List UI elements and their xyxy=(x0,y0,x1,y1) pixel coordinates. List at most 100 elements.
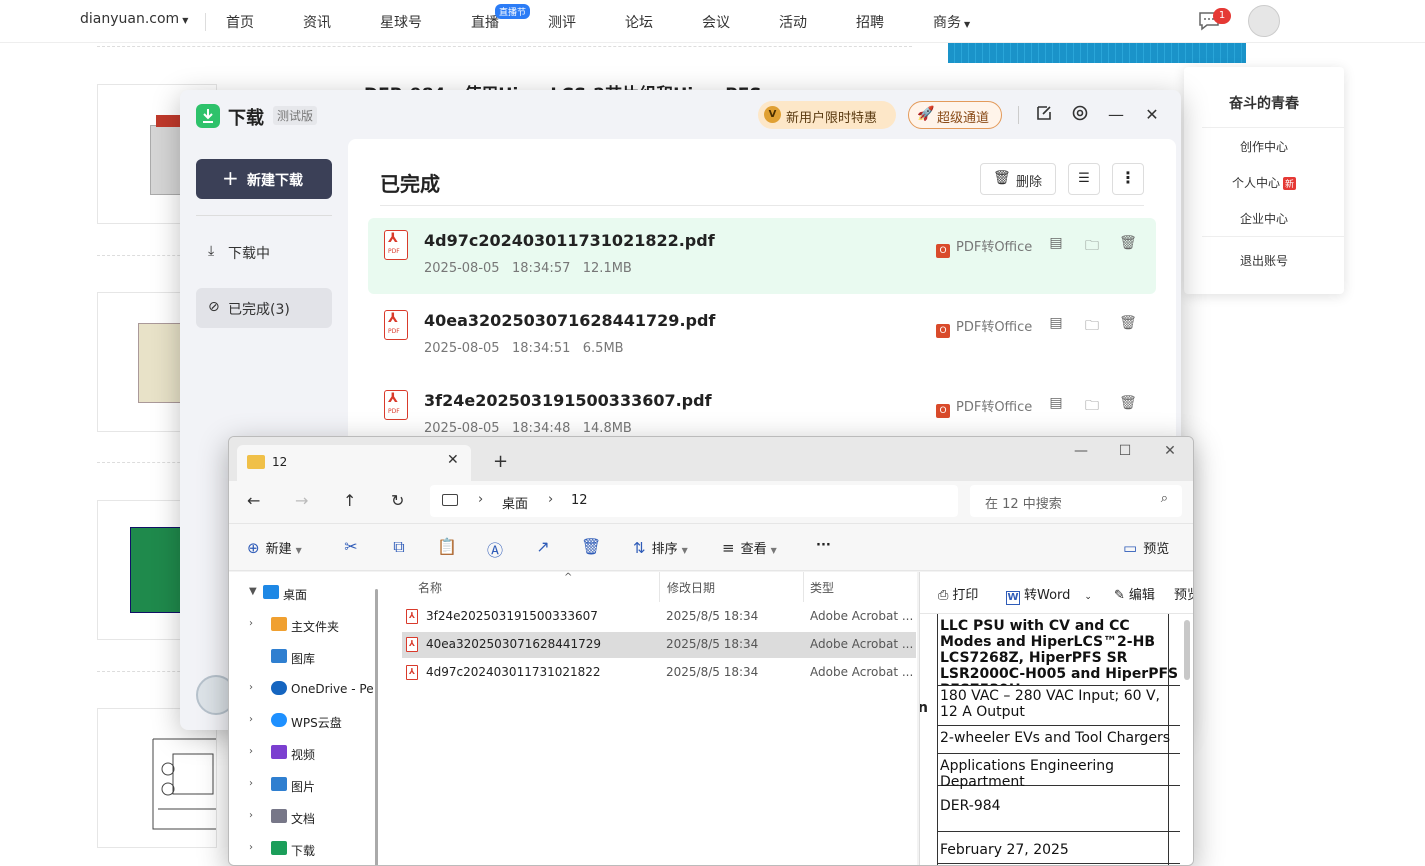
settings-icon[interactable] xyxy=(1069,104,1091,126)
chevron-right-icon: › xyxy=(249,618,253,629)
trash-icon[interactable]: 🗑 xyxy=(1118,315,1138,335)
close-icon[interactable]: ✕ xyxy=(1141,104,1163,126)
share-icon[interactable]: ↗ xyxy=(533,537,553,557)
menu-enterprise-center[interactable]: 企业中心 xyxy=(1184,210,1344,227)
close-tab-icon[interactable]: ✕ xyxy=(447,452,459,468)
cut-icon[interactable]: ✂ xyxy=(341,537,361,557)
nav-jobs[interactable]: 招聘 xyxy=(856,12,884,32)
nav-planet[interactable]: 星球号 xyxy=(380,12,422,32)
edit-icon: ✎ xyxy=(1114,588,1125,603)
doc-cell-author: Applications Engineering Department xyxy=(938,758,1180,790)
tree-item-videos[interactable]: › 视频 xyxy=(229,737,369,769)
open-file-icon[interactable]: ▤ xyxy=(1046,235,1066,255)
nav-activity[interactable]: 活动 xyxy=(779,12,807,32)
refresh-icon[interactable]: ↻ xyxy=(391,491,404,510)
nav-meeting[interactable]: 会议 xyxy=(702,12,730,32)
new-user-promo-button[interactable]: V 新用户限时特惠 xyxy=(758,101,896,129)
table-fragment: n xyxy=(920,700,928,716)
file-row[interactable]: ⅄ 4d97c202403011731021822 2025/8/5 18:34… xyxy=(402,660,916,686)
folder-icon[interactable]: 🗀 xyxy=(1082,235,1102,255)
tree-item-downloads[interactable]: › 下载 xyxy=(229,833,369,865)
maximize-icon[interactable]: ☐ xyxy=(1115,443,1135,463)
pdf-to-office-button[interactable]: O PDF转Office xyxy=(936,316,1032,338)
open-file-icon[interactable]: ▤ xyxy=(1046,395,1066,415)
rename-icon[interactable]: Ⓐ xyxy=(485,537,505,560)
delete-button[interactable]: 🗑 删除 xyxy=(980,163,1056,195)
close-icon[interactable]: ✕ xyxy=(1160,443,1180,463)
file-row[interactable]: ⅄ 3f24e202503191500333607 2025/8/5 18:34… xyxy=(402,604,916,630)
file-row[interactable]: ⅄ 40ea3202503071628441729 2025/8/5 18:34… xyxy=(402,632,916,658)
new-download-button[interactable]: + 新建下载 xyxy=(196,159,332,199)
nav-news[interactable]: 资讯 xyxy=(303,12,331,32)
pdf-to-office-button[interactable]: O PDF转Office xyxy=(936,396,1032,418)
nav-home[interactable]: 首页 xyxy=(226,12,254,32)
column-header-name[interactable]: 名称 ^ xyxy=(418,572,572,596)
super-channel-button[interactable]: 🚀 超级通道 xyxy=(908,101,1002,129)
nav-business[interactable]: 商务 ▼ xyxy=(933,12,970,32)
address-bar[interactable]: › 桌面 › 12 xyxy=(430,485,958,517)
sidebar-item-downloading[interactable]: ⤓ 下载中 xyxy=(196,232,332,272)
new-tab-icon[interactable]: + xyxy=(493,451,508,472)
edit-button[interactable]: ✎ 编辑 xyxy=(1114,584,1155,603)
trash-icon[interactable]: 🗑 xyxy=(1118,395,1138,415)
search-input[interactable]: 在 12 中搜索 ⌕ xyxy=(970,485,1182,517)
folder-icon[interactable]: 🗀 xyxy=(1082,395,1102,415)
column-header-type[interactable]: 类型 xyxy=(810,579,834,596)
file-name: 3f24e202503191500333607.pdf xyxy=(424,391,712,410)
scrollbar[interactable] xyxy=(1184,620,1190,680)
tree-item-gallery[interactable]: 图库 xyxy=(229,641,369,673)
paste-icon[interactable]: 📋 xyxy=(437,537,457,557)
site-logo[interactable]: dianyuan.com ▼ xyxy=(80,11,188,27)
to-word-button[interactable]: W 转Word ⌄ xyxy=(1006,584,1092,605)
new-button[interactable]: ⊕ 新建 ▼ xyxy=(247,538,302,557)
forward-icon[interactable]: → xyxy=(295,491,308,510)
download-item[interactable]: ⅄ PDF 40ea3202503071628441729.pdf 2025-08… xyxy=(368,298,1156,374)
minimize-icon[interactable]: — xyxy=(1071,443,1091,463)
office-icon: O xyxy=(936,324,950,338)
download-item[interactable]: ⅄ PDF 4d97c202403011731021822.pdf 2025-08… xyxy=(368,218,1156,294)
tree-item-home[interactable]: › 主文件夹 xyxy=(229,609,369,641)
trash-icon[interactable]: 🗑 xyxy=(1118,235,1138,255)
folder-icon[interactable]: 🗀 xyxy=(1082,315,1102,335)
breadcrumb-12[interactable]: 12 xyxy=(571,493,588,508)
copy-icon[interactable]: ⧉ xyxy=(389,537,409,557)
pdf-file-icon: ⅄ PDF xyxy=(384,310,408,340)
nav-review[interactable]: 测评 xyxy=(548,12,576,32)
chevron-right-icon: › xyxy=(249,778,253,789)
up-icon[interactable]: ↑ xyxy=(343,491,356,510)
back-icon[interactable]: ← xyxy=(247,491,260,510)
pdf-file-icon: ⅄ xyxy=(406,637,418,652)
column-divider[interactable] xyxy=(803,572,804,602)
sort-icon[interactable]: ☰ xyxy=(1068,163,1100,195)
divider xyxy=(1202,127,1344,128)
menu-creator-center[interactable]: 创作中心 xyxy=(1184,138,1344,155)
scrollbar[interactable] xyxy=(375,589,378,865)
preview-button[interactable]: 预览 xyxy=(1174,584,1193,603)
tree-item-desktop[interactable]: ▼ 桌面 xyxy=(229,577,369,609)
column-divider[interactable] xyxy=(659,572,660,602)
view-button[interactable]: ≡ 查看 ▼ xyxy=(722,538,777,557)
menu-logout[interactable]: 退出账号 xyxy=(1184,252,1344,269)
chevron-down-icon: ▼ xyxy=(681,546,688,555)
open-file-icon[interactable]: ▤ xyxy=(1046,315,1066,335)
breadcrumb-desktop[interactable]: 桌面 xyxy=(502,493,528,512)
sort-button[interactable]: ⇅ 排序 ▼ xyxy=(633,538,688,557)
column-header-date[interactable]: 修改日期 xyxy=(667,579,715,596)
avatar[interactable] xyxy=(1248,5,1280,37)
tree-item-documents[interactable]: › 文档 xyxy=(229,801,369,833)
preview-toggle-button[interactable]: ▭ 预览 xyxy=(1123,538,1169,557)
pdf-to-office-button[interactable]: O PDF转Office xyxy=(936,236,1032,258)
tree-item-onedrive[interactable]: › OneDrive - Pe xyxy=(229,673,374,705)
nav-forum[interactable]: 论坛 xyxy=(625,12,653,32)
tree-item-pictures[interactable]: › 图片 xyxy=(229,769,369,801)
print-button[interactable]: ⎙ 打印 xyxy=(938,584,978,603)
tree-item-wps[interactable]: › WPS云盘 xyxy=(229,705,369,737)
more-icon[interactable]: ⋮ xyxy=(1112,163,1144,195)
menu-personal-center[interactable]: 个人中心新 xyxy=(1184,174,1344,191)
delete-icon[interactable]: 🗑 xyxy=(581,537,601,557)
tab-12[interactable]: 12 ✕ xyxy=(237,445,471,481)
sidebar-item-completed[interactable]: ⊘ 已完成(3) xyxy=(196,288,332,328)
more-options-icon[interactable]: ··· xyxy=(816,538,831,553)
minimize-icon[interactable]: — xyxy=(1105,104,1127,126)
feedback-icon[interactable] xyxy=(1033,104,1055,126)
